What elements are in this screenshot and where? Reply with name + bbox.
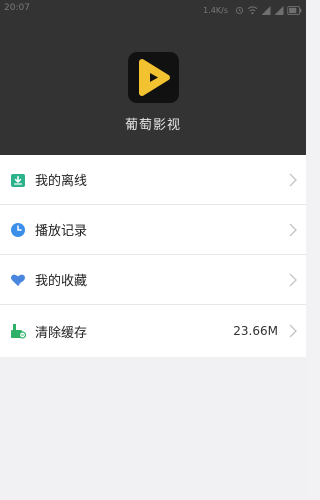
chevron-right-icon bbox=[289, 324, 297, 338]
menu-item-favorites[interactable]: 我的收藏 bbox=[0, 255, 306, 305]
cache-size-value: 23.66M bbox=[233, 324, 278, 338]
signal-icon-2 bbox=[274, 5, 284, 15]
menu-item-history[interactable]: 播放记录 bbox=[0, 205, 306, 255]
network-speed: 1.4K/s bbox=[203, 5, 228, 15]
profile-header: 20:07 1.4K/s 葡萄影视 bbox=[0, 0, 306, 155]
menu-item-label: 我的收藏 bbox=[35, 274, 88, 289]
alarm-icon bbox=[235, 6, 244, 14]
battery-icon bbox=[287, 5, 302, 15]
download-tray-icon bbox=[9, 171, 27, 189]
empty-background bbox=[0, 357, 306, 500]
play-logo-icon bbox=[139, 59, 170, 96]
menu-item-label: 清除缓存 bbox=[35, 325, 88, 341]
status-indicators: 1.4K/s bbox=[203, 3, 302, 17]
menu-item-label: 播放记录 bbox=[35, 224, 88, 239]
broom-icon bbox=[9, 322, 27, 340]
status-time: 20:07 bbox=[4, 3, 30, 13]
chevron-right-icon bbox=[289, 223, 297, 236]
signal-icon bbox=[261, 5, 271, 15]
heart-icon bbox=[9, 271, 27, 289]
app-name: 葡萄影视 bbox=[124, 118, 181, 133]
settings-menu: 我的离线 播放记录 我的收藏 清除缓存 23.66M bbox=[0, 155, 306, 357]
menu-item-clear-cache[interactable]: 清除缓存 23.66M bbox=[0, 305, 306, 357]
clock-icon bbox=[9, 221, 27, 239]
status-bar: 20:07 1.4K/s bbox=[0, 0, 306, 20]
chevron-right-icon bbox=[289, 173, 297, 186]
menu-item-offline[interactable]: 我的离线 bbox=[0, 155, 306, 205]
wifi-icon bbox=[247, 5, 258, 14]
app-logo bbox=[128, 52, 179, 103]
chevron-right-icon bbox=[289, 273, 297, 286]
menu-item-label: 我的离线 bbox=[35, 174, 88, 189]
